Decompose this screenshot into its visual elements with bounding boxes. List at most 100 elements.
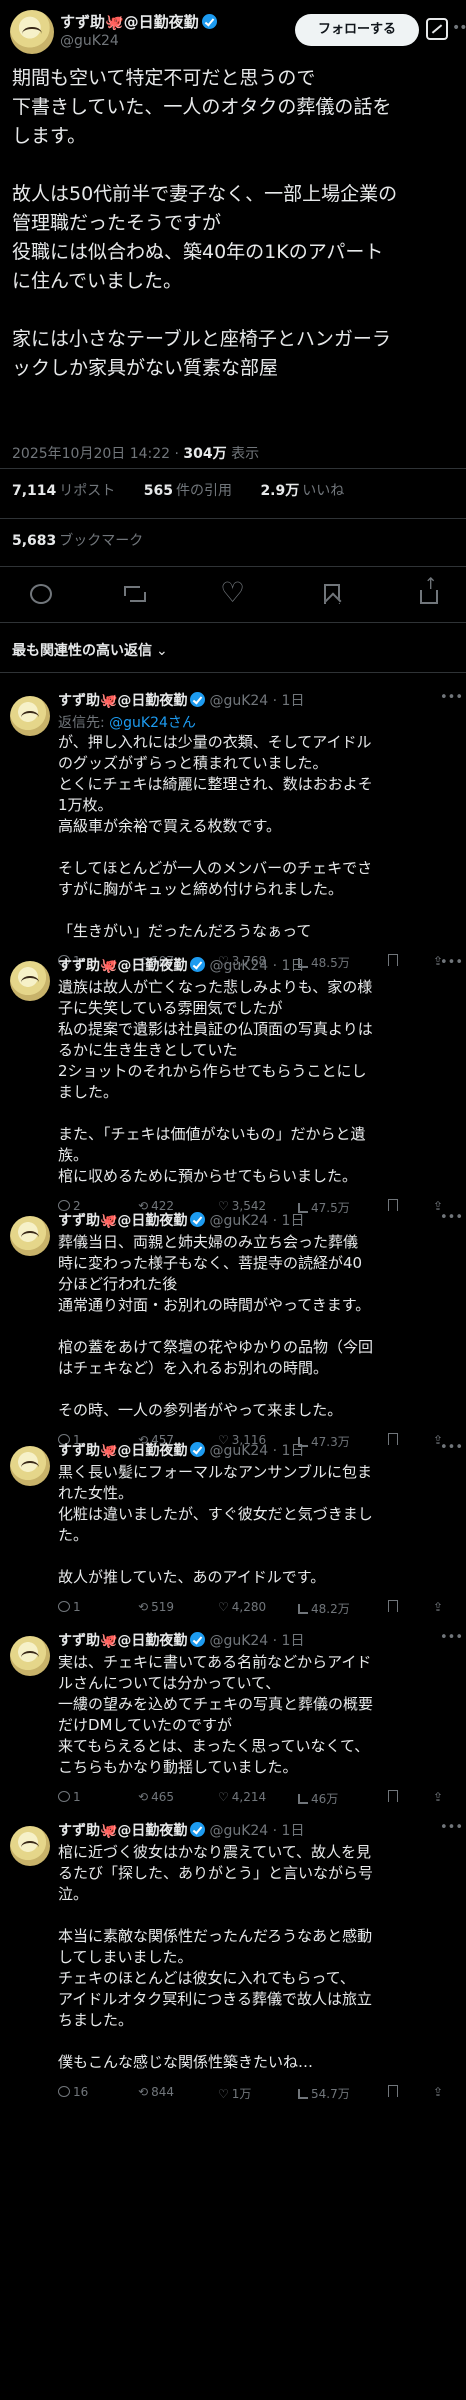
bookmark-icon[interactable]: [324, 584, 340, 604]
post-header: すず助🐙@日勤夜勤 @guK24 フォローする •••: [0, 0, 466, 70]
avatar[interactable]: [10, 1446, 50, 1486]
share-icon[interactable]: ⇪: [433, 2085, 443, 2099]
reply-author[interactable]: すず助🐙@日勤夜勤 @guK24 · 1日: [58, 1630, 304, 1650]
reply-author[interactable]: すず助🐙@日勤夜勤 @guK24 · 1日: [58, 955, 304, 975]
timestamp-text[interactable]: 2025年10月20日 14:22 ·: [12, 446, 183, 462]
reply-action[interactable]: 1: [58, 1790, 81, 1804]
like-icon: ♡: [218, 1790, 229, 1804]
avatar[interactable]: [10, 961, 50, 1001]
avatar[interactable]: [10, 1826, 50, 1866]
reply-icon[interactable]: [30, 584, 52, 604]
views-action[interactable]: 47.3万: [298, 1433, 350, 1450]
bookmark-icon[interactable]: [388, 1199, 398, 1211]
like-count: 1万: [231, 2087, 252, 2101]
reply-author[interactable]: すず助🐙@日勤夜勤 @guK24 · 1日: [58, 1820, 304, 1840]
reply-text-line: 化粧は違いましたが、すぐ彼女だと気づきまし: [58, 1505, 373, 1523]
more-options-icon[interactable]: •••: [440, 690, 463, 705]
share-icon[interactable]: ⇪: [433, 1790, 443, 1804]
reply-author[interactable]: すず助🐙@日勤夜勤 @guK24 · 1日: [58, 690, 304, 710]
reposts-stat[interactable]: 7,114 リポスト: [12, 483, 127, 499]
reply-text-line: こちらもかなり動揺していました。: [58, 1758, 298, 1776]
like-action[interactable]: ♡ 1万: [218, 2085, 251, 2102]
repost-action[interactable]: ⟲ 844: [138, 2085, 174, 2099]
reply-handle-time[interactable]: @guK24 · 1日: [209, 1823, 304, 1839]
views-action[interactable]: 48.2万: [298, 1600, 350, 1617]
reply-text-line: 子に失笑している雰囲気でしたが: [58, 999, 283, 1017]
avatar[interactable]: [10, 1636, 50, 1676]
post-timestamp[interactable]: 2025年10月20日 14:22 · 304万 表示: [12, 443, 259, 463]
more-options-icon[interactable]: •••: [440, 1630, 463, 1645]
reply-author-name[interactable]: すず助🐙@日勤夜勤: [58, 1443, 187, 1459]
reply-author-name[interactable]: すず助🐙@日勤夜勤: [58, 1213, 187, 1229]
reply-handle-time[interactable]: @guK24 · 1日: [209, 958, 304, 974]
replying-to-handle-link[interactable]: @guK24さん: [109, 715, 196, 731]
reply-text-line: のグッズがずらっと積まれていました。: [58, 754, 328, 772]
views-count: 47.3万: [311, 1435, 350, 1449]
grok-icon[interactable]: [426, 18, 448, 40]
bookmark-icon[interactable]: [388, 954, 398, 966]
reply-icon: [58, 1601, 70, 1612]
verified-badge-icon: [201, 14, 217, 29]
views-action[interactable]: 47.5万: [298, 1199, 350, 1216]
reply-sort-selector[interactable]: 最も関連性の高い返信 ⌄: [12, 640, 168, 660]
more-options-icon[interactable]: •••: [440, 1440, 463, 1455]
quotes-stat[interactable]: 565 件の引用: [144, 483, 244, 499]
share-icon[interactable]: ⇪: [433, 1600, 443, 1614]
reply-author-name[interactable]: すず助🐙@日勤夜勤: [58, 1633, 187, 1649]
repost-icon: ⟲: [138, 2085, 149, 2099]
author-handle[interactable]: @guK24: [60, 33, 119, 49]
reply-text: 葬儀当日、両親と姉夫婦のみ立ち会った葬儀 時に変わった様子もなく、菩提寺の読経が4…: [58, 1232, 458, 1421]
bookmark-icon[interactable]: [388, 2085, 398, 2097]
repost-action[interactable]: ⟲ 519: [138, 1600, 174, 1614]
post-action-bar: [0, 566, 466, 622]
divider: [0, 622, 466, 623]
reply-text-line: 黒く長い髪にフォーマルなアンサンブルに包ま: [58, 1463, 372, 1481]
bookmark-icon[interactable]: [388, 1600, 398, 1612]
reply-author[interactable]: すず助🐙@日勤夜勤 @guK24 · 1日: [58, 1210, 304, 1230]
views-action[interactable]: 48.5万: [298, 954, 350, 971]
reply-author[interactable]: すず助🐙@日勤夜勤 @guK24 · 1日: [58, 1440, 304, 1460]
post-body-line: [12, 151, 458, 180]
bookmark-icon[interactable]: [388, 1790, 398, 1802]
views-action[interactable]: 54.7万: [298, 2085, 350, 2102]
reply-action-bar: 1 ⟲ 519 ♡ 4,280 48.2万 ⇪: [58, 1600, 458, 1616]
author-name-text[interactable]: すず助🐙@日勤夜勤: [60, 13, 199, 31]
reply-text-line: [58, 837, 458, 858]
reply-handle-time[interactable]: @guK24 · 1日: [209, 1633, 304, 1649]
like-action[interactable]: ♡ 4,280: [218, 1600, 266, 1614]
reply-text-line: 故人が推していた、あのアイドルです。: [58, 1568, 326, 1586]
bookmarks-stat[interactable]: 5,683 ブックマーク: [12, 530, 143, 550]
avatar[interactable]: [10, 1216, 50, 1256]
views-icon: [298, 1794, 308, 1804]
engagement-stats: 7,114 リポスト 565 件の引用 2.9万 いいね: [12, 480, 368, 500]
verified-badge-icon: [190, 692, 206, 707]
reply-action-bar: 1 ⟲ 465 ♡ 4,214 46万 ⇪: [58, 1790, 458, 1806]
author-display-name[interactable]: すず助🐙@日勤夜勤: [60, 11, 217, 32]
likes-stat[interactable]: 2.9万 いいね: [260, 483, 356, 499]
reply-author-name[interactable]: すず助🐙@日勤夜勤: [58, 693, 187, 709]
follow-button[interactable]: フォローする: [295, 14, 419, 46]
avatar[interactable]: [10, 696, 50, 736]
more-options-icon[interactable]: •••: [440, 955, 463, 970]
share-icon[interactable]: [420, 574, 438, 604]
reply-text-line: だけDMしていたのですが: [58, 1716, 233, 1734]
reply-text-line: してしまいました。: [58, 1948, 193, 1966]
repost-action[interactable]: ⟲ 465: [138, 1790, 174, 1804]
avatar[interactable]: [10, 10, 54, 54]
reply-handle-time[interactable]: @guK24 · 1日: [209, 693, 304, 709]
reply-handle-time[interactable]: @guK24 · 1日: [209, 1443, 304, 1459]
more-options-icon[interactable]: •••: [440, 1820, 463, 1835]
bookmark-icon[interactable]: [388, 1433, 398, 1445]
reply-action[interactable]: 1: [58, 1600, 81, 1614]
more-options-icon[interactable]: •••: [452, 20, 466, 36]
more-options-icon[interactable]: •••: [440, 1210, 463, 1225]
like-action[interactable]: ♡ 4,214: [218, 1790, 266, 1804]
views-action[interactable]: 46万: [298, 1790, 338, 1807]
reply-author-name[interactable]: すず助🐙@日勤夜勤: [58, 958, 187, 974]
reply-author-name[interactable]: すず助🐙@日勤夜勤: [58, 1823, 187, 1839]
reply-action[interactable]: 16: [58, 2085, 88, 2099]
sort-label[interactable]: 最も関連性の高い返信: [12, 643, 152, 659]
like-icon[interactable]: [220, 576, 245, 609]
repost-icon[interactable]: [124, 584, 146, 604]
reply-handle-time[interactable]: @guK24 · 1日: [209, 1213, 304, 1229]
